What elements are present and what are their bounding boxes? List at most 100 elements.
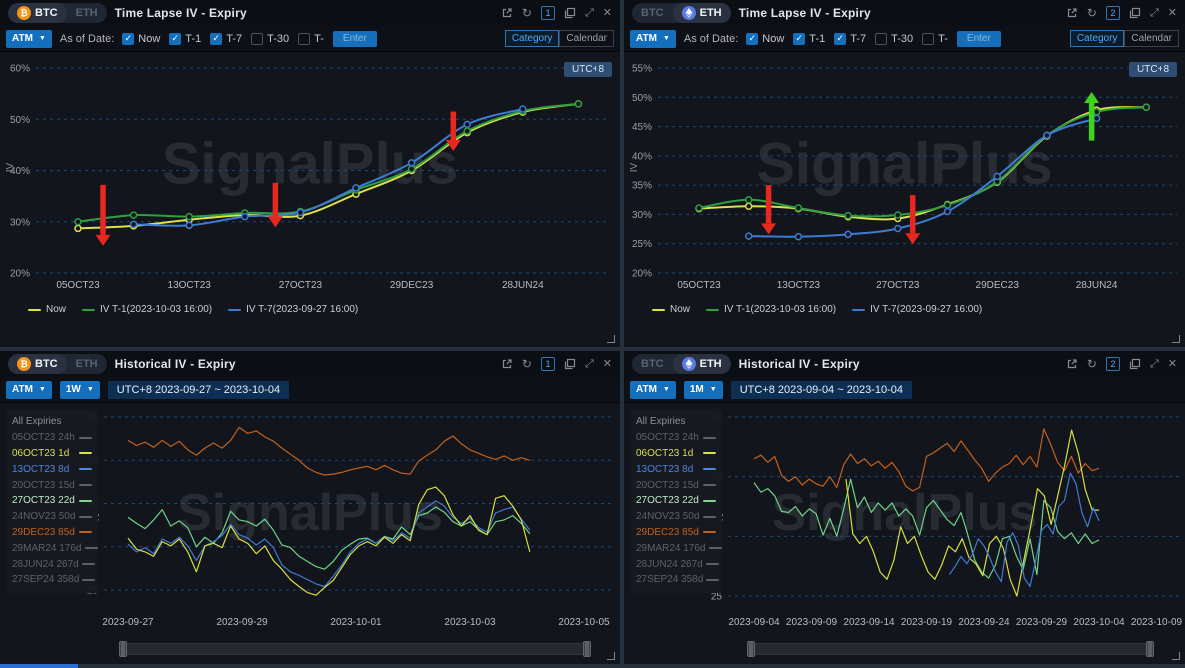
timelapse-chart-svg[interactable]: 55%50%45%40%35%30%25%20%05OCT2313OCT2327… [624,52,1185,299]
checkbox-checked-icon[interactable]: ✓ [169,33,181,45]
slider-handle-right[interactable] [583,641,591,657]
legend-item[interactable]: Now [28,304,66,315]
resize-handle-icon[interactable] [607,652,615,660]
duplicate-icon[interactable] [1129,7,1141,19]
open-in-new-icon[interactable] [1066,358,1078,370]
legend-item[interactable]: Now [652,304,690,315]
checkbox-checked-icon[interactable]: ✓ [746,33,758,45]
strike-mode-select[interactable]: ATM▼ [630,381,676,399]
checkbox-unchecked-icon[interactable] [875,33,887,45]
close-icon[interactable]: ✕ [603,359,612,370]
slider-handle-right[interactable] [1146,641,1154,657]
checkbox-now[interactable]: ✓Now [122,33,160,45]
expiry-item[interactable]: 06OCT23 1d [636,446,716,462]
expiry-item[interactable]: 13OCT23 8d [12,461,92,477]
view-mode-calendar-button[interactable]: Calendar [559,30,614,47]
legend-item[interactable]: IV T-1(2023-10-03 16:00) [82,304,212,315]
expiry-item[interactable]: 20OCT23 15d [636,477,716,493]
expiry-item[interactable]: 28JUN24 267d [12,556,92,572]
chart-area[interactable]: SignalPlus UTC+8 IV 55%50%45%40%35%30%25… [624,52,1185,347]
resize-handle-icon[interactable] [1172,335,1180,343]
coin-tab-btc[interactable]: ₿ BTC [8,354,67,374]
duplicate-icon[interactable] [564,7,576,19]
coin-tab-eth[interactable]: ETH [67,3,107,23]
chart-area[interactable]: SignalPlus All Expiries05OCT23 24h06OCT2… [0,403,620,664]
checkbox-t-1[interactable]: ✓T-1 [169,33,201,45]
expiry-item[interactable]: 27OCT23 22d [12,493,92,509]
strike-mode-select[interactable]: ATM▼ [6,30,52,48]
expiry-item[interactable]: 13OCT23 8d [636,461,716,477]
close-icon[interactable]: ✕ [603,8,612,19]
view-mode-category-button[interactable]: Category [505,30,560,47]
period-select[interactable]: 1M▼ [684,381,723,399]
coin-tab-eth[interactable]: ETH [673,3,731,23]
expiry-item[interactable]: All Expiries [636,414,716,430]
open-in-new-icon[interactable] [1066,7,1078,19]
legend-item[interactable]: IV T-7(2023-09-27 16:00) [852,304,982,315]
checkbox-t-30[interactable]: T-30 [251,33,289,45]
expiry-item[interactable]: 29MAR24 176d [12,540,92,556]
checkbox-checked-icon[interactable]: ✓ [122,33,134,45]
custom-date-input[interactable]: Enter [333,31,377,47]
window-number-badge[interactable]: 1 [541,6,555,20]
time-range-slider[interactable] [750,642,1151,656]
checkbox-t-1[interactable]: ✓T-1 [793,33,825,45]
window-number-badge[interactable]: 1 [541,357,555,371]
checkbox-checked-icon[interactable]: ✓ [834,33,846,45]
refresh-icon[interactable]: ↻ [522,358,532,370]
slider-track[interactable] [122,643,588,655]
expand-icon[interactable]: ⤢ [585,359,594,370]
refresh-icon[interactable]: ↻ [1087,7,1097,19]
expand-icon[interactable]: ⤢ [1150,359,1159,370]
expiry-item[interactable]: 05OCT23 24h [636,430,716,446]
time-range-slider[interactable] [122,642,588,656]
open-in-new-icon[interactable] [501,7,513,19]
checkbox-unchecked-icon[interactable] [298,33,310,45]
refresh-icon[interactable]: ↻ [1087,358,1097,370]
slider-handle-left[interactable] [747,641,755,657]
checkbox-t-[interactable]: T- [298,33,324,45]
expiry-item[interactable]: All Expiries [12,414,92,430]
period-select[interactable]: 1W▼ [60,381,100,399]
checkbox-checked-icon[interactable]: ✓ [210,33,222,45]
coin-tab-btc[interactable]: BTC [632,3,673,23]
date-range-chip[interactable]: UTC+8 2023-09-04 ~ 2023-10-04 [731,381,912,399]
timelapse-chart-svg[interactable]: 60%50%40%30%20%05OCT2313OCT2327OCT2329DE… [0,52,620,299]
checkbox-t-7[interactable]: ✓T-7 [834,33,866,45]
legend-item[interactable]: IV T-7(2023-09-27 16:00) [228,304,358,315]
checkbox-t-7[interactable]: ✓T-7 [210,33,242,45]
expiry-item[interactable]: 29DEC23 85d [636,525,716,541]
strike-mode-select[interactable]: ATM▼ [6,381,52,399]
slider-track[interactable] [750,643,1151,655]
view-mode-category-button[interactable]: Category [1070,30,1125,47]
expiry-item[interactable]: 27SEP24 358d [636,572,716,588]
strike-mode-select[interactable]: ATM▼ [630,30,676,48]
date-range-chip[interactable]: UTC+8 2023-09-27 ~ 2023-10-04 [108,381,289,399]
checkbox-unchecked-icon[interactable] [251,33,263,45]
open-in-new-icon[interactable] [501,358,513,370]
expand-icon[interactable]: ⤢ [1150,8,1159,19]
expiry-item[interactable]: 27SEP24 358d [12,572,92,588]
checkbox-now[interactable]: ✓Now [746,33,784,45]
view-mode-calendar-button[interactable]: Calendar [1124,30,1179,47]
chart-area[interactable]: SignalPlus UTC+8 IV 60%50%40%30%20%05OCT… [0,52,620,347]
refresh-icon[interactable]: ↻ [522,7,532,19]
expiry-item[interactable]: 05OCT23 24h [12,430,92,446]
checkbox-checked-icon[interactable]: ✓ [793,33,805,45]
coin-tab-eth[interactable]: ETH [673,354,731,374]
expiry-item[interactable]: 29MAR24 176d [636,540,716,556]
resize-handle-icon[interactable] [607,335,615,343]
expiry-item[interactable]: 28JUN24 267d [636,556,716,572]
window-number-badge[interactable]: 2 [1106,6,1120,20]
expiry-item[interactable]: 24NOV23 50d [636,509,716,525]
checkbox-unchecked-icon[interactable] [922,33,934,45]
window-number-badge[interactable]: 2 [1106,357,1120,371]
duplicate-icon[interactable] [1129,358,1141,370]
expiry-item[interactable]: 20OCT23 15d [12,477,92,493]
checkbox-t-[interactable]: T- [922,33,948,45]
resize-handle-icon[interactable] [1172,652,1180,660]
legend-item[interactable]: IV T-1(2023-10-03 16:00) [706,304,836,315]
chart-area[interactable]: SignalPlus All Expiries05OCT23 24h06OCT2… [624,403,1185,664]
coin-tab-btc[interactable]: ₿ BTC [8,3,67,23]
duplicate-icon[interactable] [564,358,576,370]
